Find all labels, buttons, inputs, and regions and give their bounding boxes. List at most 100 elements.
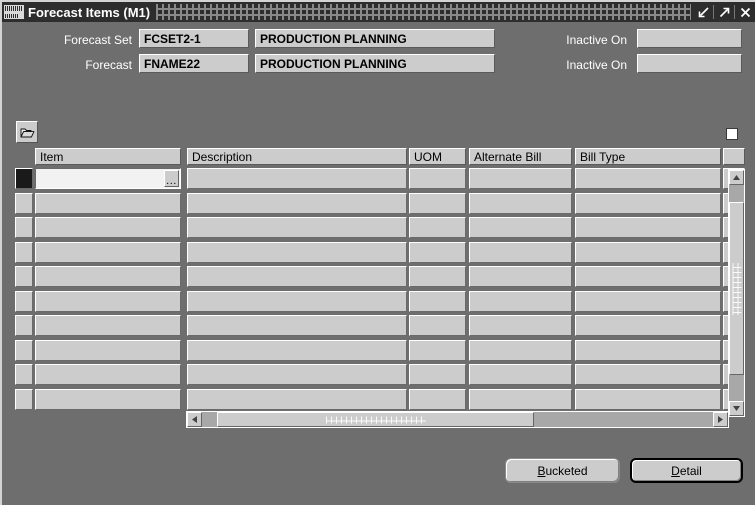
grid-cell-description[interactable] — [187, 388, 407, 410]
grid-cell-bill-type[interactable] — [575, 290, 721, 312]
record-indicator[interactable] — [15, 192, 33, 214]
grid-cell-bill-type[interactable] — [575, 266, 721, 287]
grid-cell-description[interactable] — [187, 168, 407, 189]
grid-cell-bill-type[interactable] — [575, 339, 721, 361]
grid-vertical-scrollbar[interactable] — [728, 169, 745, 417]
grid-horizontal-scrollbar[interactable] — [186, 411, 729, 428]
grid-cell-item[interactable] — [35, 364, 181, 385]
grid-cell-bill-type[interactable] — [575, 364, 721, 385]
expand-toggle-checkbox[interactable] — [726, 128, 738, 140]
grid-cell-item[interactable] — [35, 290, 181, 312]
grid-cell-bill-type[interactable] — [575, 168, 721, 189]
grid-cell-uom[interactable] — [409, 217, 466, 238]
forecast-set-label: Forecast Set — [63, 33, 132, 47]
vertical-thumb-grip — [732, 262, 741, 315]
bucketed-button[interactable]: Bucketed — [505, 458, 620, 483]
titlebar-hatch — [156, 4, 691, 20]
grid-cell-uom[interactable] — [409, 388, 466, 410]
grid-cell-item[interactable]: ... — [35, 168, 181, 189]
forecast-items-window: Forecast Items (M1) Forecast Set FCSET2-… — [0, 0, 755, 505]
record-indicator[interactable] — [15, 290, 33, 312]
grid-cell-item[interactable] — [35, 266, 181, 287]
grid-cell-bill-type[interactable] — [575, 241, 721, 263]
column-header-bill-type[interactable]: Bill Type — [575, 148, 721, 165]
grid-cell-uom[interactable] — [409, 364, 466, 385]
grid-cell-description[interactable] — [187, 364, 407, 385]
grid-cell-bill-type[interactable] — [575, 217, 721, 238]
grid-cell-alternate-bill[interactable] — [469, 168, 572, 189]
grid-cell-item[interactable] — [35, 339, 181, 361]
horizontal-scroll-thumb[interactable] — [217, 412, 535, 427]
grid-cell-alternate-bill[interactable] — [469, 266, 572, 287]
grid-cell-description[interactable] — [187, 192, 407, 214]
grid-cell-alternate-bill[interactable] — [469, 315, 572, 336]
grid-cell-uom[interactable] — [409, 192, 466, 214]
column-header-alternate-bill[interactable]: Alternate Bill — [469, 148, 572, 165]
grid-cell-alternate-bill[interactable] — [469, 241, 572, 263]
list-of-values-button[interactable]: ... — [164, 170, 179, 187]
detail-button[interactable]: Detail — [630, 458, 743, 483]
restore-down-icon[interactable] — [693, 2, 713, 22]
inactive-on-field-1[interactable] — [637, 29, 742, 48]
close-icon[interactable] — [735, 2, 755, 22]
grid-cell-item[interactable] — [35, 315, 181, 336]
grid-cell-bill-type[interactable] — [575, 315, 721, 336]
scroll-down-icon[interactable] — [729, 401, 744, 416]
grid-cell-alternate-bill[interactable] — [469, 339, 572, 361]
grid-cell-uom[interactable] — [409, 266, 466, 287]
grid-cell-description[interactable] — [187, 266, 407, 287]
grid-cell-item[interactable] — [35, 388, 181, 410]
scroll-right-icon[interactable] — [713, 412, 728, 427]
column-header-description[interactable]: Description — [187, 148, 407, 165]
forecast-set-description-field[interactable]: PRODUCTION PLANNING — [255, 29, 495, 48]
column-header-extra[interactable] — [723, 148, 745, 165]
grid-cell-uom[interactable] — [409, 315, 466, 336]
record-indicator[interactable] — [15, 168, 33, 189]
column-header-item[interactable]: Item — [35, 148, 181, 165]
record-indicator[interactable] — [15, 364, 33, 385]
grid-cell-alternate-bill[interactable] — [469, 192, 572, 214]
maximize-icon[interactable] — [714, 2, 734, 22]
window-titlebar[interactable]: Forecast Items (M1) — [2, 2, 755, 22]
grid-cell-alternate-bill[interactable] — [469, 364, 572, 385]
grid-cell-uom[interactable] — [409, 339, 466, 361]
inactive-on-label-1: Inactive On — [566, 33, 627, 47]
record-indicator[interactable] — [15, 241, 33, 263]
desktop-background: PRODUCTION PLANNING Forecast Items (M1) — [0, 0, 755, 505]
inactive-on-field-2[interactable] — [637, 54, 742, 73]
forecast-field[interactable]: FNAME22 — [139, 54, 249, 73]
forecast-set-field[interactable]: FCSET2-1 — [139, 29, 249, 48]
record-indicator[interactable] — [15, 266, 33, 287]
forecast-label: Forecast — [85, 58, 132, 72]
grid-cell-bill-type[interactable] — [575, 192, 721, 214]
grid-cell-alternate-bill[interactable] — [469, 217, 572, 238]
grid-cell-bill-type[interactable] — [575, 388, 721, 410]
column-header-uom[interactable]: UOM — [409, 148, 466, 165]
grid-cell-item[interactable] — [35, 241, 181, 263]
grid-cell-description[interactable] — [187, 290, 407, 312]
oracle-logo-icon — [4, 5, 24, 19]
grid-cell-item[interactable] — [35, 217, 181, 238]
record-indicator[interactable] — [15, 217, 33, 238]
scroll-up-icon[interactable] — [729, 170, 744, 185]
scroll-left-icon[interactable] — [187, 412, 202, 427]
grid-cell-alternate-bill[interactable] — [469, 290, 572, 312]
grid-cell-item[interactable] — [35, 192, 181, 214]
grid-cell-description[interactable] — [187, 315, 407, 336]
record-indicator[interactable] — [15, 315, 33, 336]
forecast-description-field[interactable]: PRODUCTION PLANNING — [255, 54, 495, 73]
grid-cell-uom[interactable] — [409, 241, 466, 263]
bucketed-button-label: Bucketed — [537, 463, 588, 478]
grid-cell-description[interactable] — [187, 217, 407, 238]
grid-cell-uom[interactable] — [409, 168, 466, 189]
detail-button-label: Detail — [671, 463, 702, 478]
grid-cell-uom[interactable] — [409, 290, 466, 312]
grid-cell-description[interactable] — [187, 339, 407, 361]
record-indicator[interactable] — [15, 388, 33, 410]
horizontal-thumb-grip — [325, 416, 426, 423]
vertical-scroll-thumb[interactable] — [729, 202, 744, 376]
grid-cell-description[interactable] — [187, 241, 407, 263]
record-indicator[interactable] — [15, 339, 33, 361]
grid-cell-alternate-bill[interactable] — [469, 388, 572, 410]
folder-open-icon[interactable] — [16, 121, 38, 143]
